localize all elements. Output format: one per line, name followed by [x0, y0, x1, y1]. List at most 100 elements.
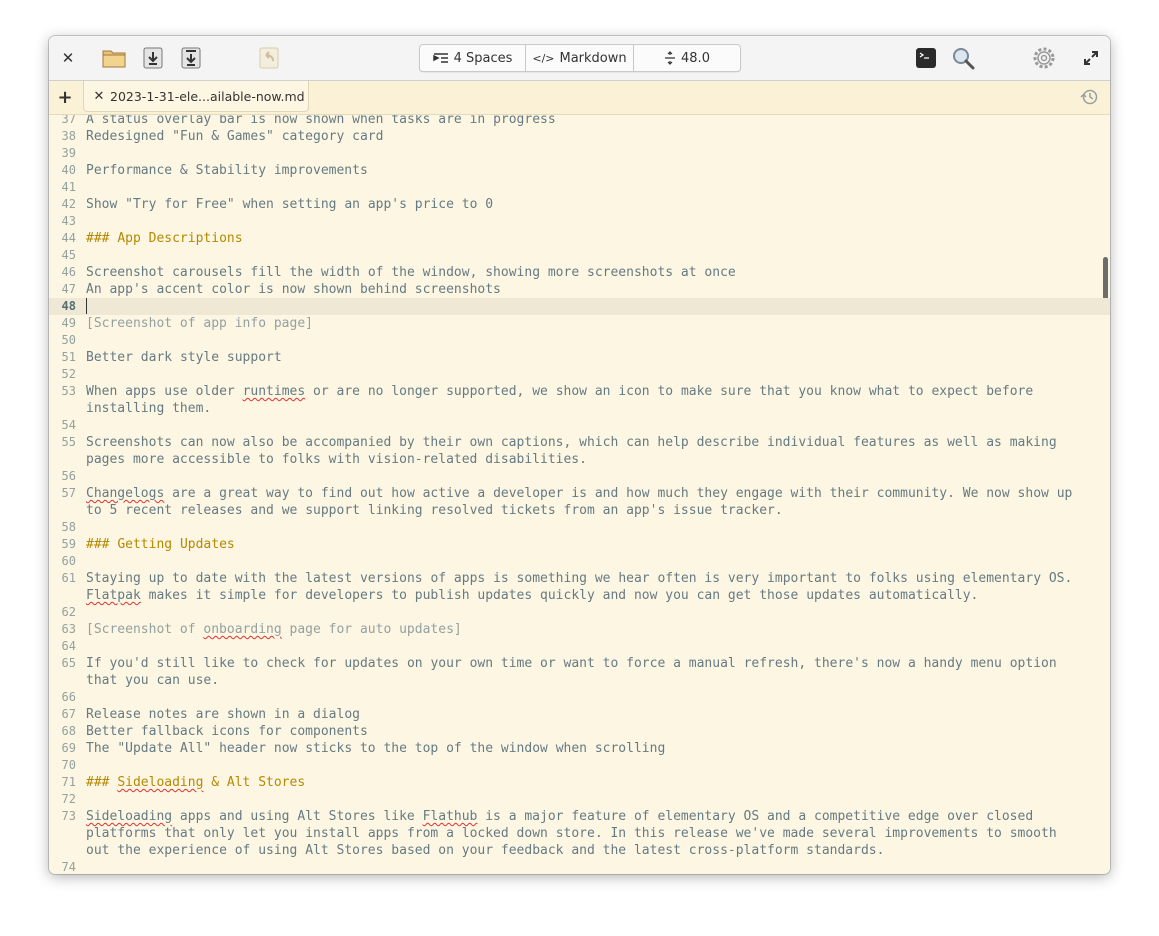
editor-line: 59 ### Getting Updates	[49, 536, 1110, 553]
line-number: 42	[61, 197, 76, 211]
search-icon	[953, 48, 975, 70]
line-text: When apps use older runtimes or are no l…	[86, 384, 1034, 399]
plus-icon: +	[57, 86, 73, 108]
editor-line: 48	[49, 298, 1110, 315]
line-number: 65	[61, 656, 76, 670]
line-number: 48	[61, 299, 76, 313]
editor-line: 70	[49, 757, 1110, 774]
code-icon: </>	[532, 51, 555, 65]
editor-line: 68 Better fallback icons for components	[49, 723, 1110, 740]
line-number: 58	[61, 520, 76, 534]
history-button[interactable]	[1080, 88, 1100, 108]
editor-line: 41	[49, 179, 1110, 196]
revert-button[interactable]	[255, 44, 283, 72]
terminal-button[interactable]	[912, 44, 940, 72]
save-as-button[interactable]	[177, 44, 205, 72]
close-icon: ✕	[61, 49, 75, 67]
editor-line: 64	[49, 638, 1110, 655]
line-text: out the experience of using Alt Stores b…	[86, 843, 885, 858]
tab-close-icon[interactable]: ✕	[88, 89, 110, 104]
editor-line: 69 The "Update All" header now sticks to …	[49, 740, 1110, 757]
editor-line: 62	[49, 604, 1110, 621]
line-text: Staying up to date with the latest versi…	[86, 571, 1073, 586]
editor-line: 57 Changelogs are a great way to find out…	[49, 485, 1110, 502]
gear-icon	[1033, 47, 1055, 69]
editor-line: 49 [Screenshot of app info page]	[49, 315, 1110, 332]
line-number: 64	[61, 639, 76, 653]
editor-line: 40 Performance & Stability improvements	[49, 162, 1110, 179]
line-number: 74	[61, 860, 76, 874]
line-text: Screenshot carousels fill the width of t…	[86, 265, 736, 280]
save-as-icon	[181, 47, 201, 69]
editor-line: 42 Show "Try for Free" when setting an ap…	[49, 196, 1110, 213]
save-icon	[143, 47, 163, 69]
editor-line: 51 Better dark style support	[49, 349, 1110, 366]
tab-document[interactable]: ✕ 2023-1-31-ele...ailable-now.md	[83, 81, 309, 112]
editor-line: 55 Screenshots can now also be accompanie…	[49, 434, 1110, 451]
editor-line: 71 ### Sideloading & Alt Stores	[49, 774, 1110, 791]
editor-line: 66	[49, 689, 1110, 706]
editor-line: 47 An app's accent color is now shown beh…	[49, 281, 1110, 298]
terminal-icon	[916, 48, 936, 68]
editor-line: 63 [Screenshot of onboarding page for aut…	[49, 621, 1110, 638]
editor-line: 67 Release notes are shown in a dialog	[49, 706, 1110, 723]
line-text: that you can use.	[86, 673, 220, 688]
editor-line: 39	[49, 145, 1110, 162]
editor-line: out the experience of using Alt Stores b…	[49, 842, 1110, 859]
editor-line: 43	[49, 213, 1110, 230]
line-text: Redesigned "Fun & Games" category card	[86, 129, 384, 144]
indent-menu-button[interactable]: 4 Spaces	[420, 45, 526, 71]
line-number: 61	[61, 571, 76, 585]
line-text: ### App Descriptions	[86, 231, 243, 246]
editor-line: 60	[49, 553, 1110, 570]
search-button[interactable]	[949, 44, 977, 72]
language-menu-button[interactable]: </> Markdown	[526, 45, 634, 71]
line-number: 47	[61, 282, 76, 296]
line-number: 54	[61, 418, 76, 432]
tab-bar: + ✕ 2023-1-31-ele...ailable-now.md	[49, 81, 1110, 115]
indent-label: 4 Spaces	[453, 50, 513, 66]
line-number: 53	[61, 384, 76, 398]
line-text: The "Update All" header now sticks to th…	[86, 741, 666, 756]
line-number: 45	[61, 248, 76, 262]
line-number: 57	[61, 486, 76, 500]
open-file-button[interactable]	[100, 44, 128, 72]
fullscreen-button[interactable]	[1077, 44, 1105, 72]
line-number: 59	[61, 537, 76, 551]
new-tab-button[interactable]: +	[52, 83, 78, 111]
line-number: 73	[61, 809, 76, 823]
revert-icon	[259, 47, 279, 69]
close-window-button[interactable]: ✕	[54, 44, 82, 72]
editor-line: 54	[49, 417, 1110, 434]
line-text: installing them.	[86, 401, 212, 416]
line-number: 50	[61, 333, 76, 347]
editor-line: platforms that only let you install apps…	[49, 825, 1110, 842]
settings-button[interactable]	[1030, 44, 1058, 72]
fullscreen-icon	[1084, 51, 1098, 65]
line-text: to 5 recent releases and we support link…	[86, 503, 783, 518]
editor-line: 72	[49, 791, 1110, 808]
editor-line: 50	[49, 332, 1110, 349]
text-editor[interactable]: 37 A status overlay bar is now shown when…	[49, 115, 1110, 874]
line-text: pages more accessible to folks with visi…	[86, 452, 587, 467]
line-number: 71	[61, 775, 76, 789]
editor-line: 45	[49, 247, 1110, 264]
line-number: 43	[61, 214, 76, 228]
save-button[interactable]	[139, 44, 167, 72]
line-text: Release notes are shown in a dialog	[86, 707, 360, 722]
editor-line: 37 A status overlay bar is now shown when…	[49, 115, 1110, 128]
line-number: 49	[61, 316, 76, 330]
editor-line: 44 ### App Descriptions	[49, 230, 1110, 247]
font-size-menu-button[interactable]: 48.0	[634, 45, 740, 71]
editor-line: that you can use.	[49, 672, 1110, 689]
line-number: 46	[61, 265, 76, 279]
editor-line: pages more accessible to folks with visi…	[49, 451, 1110, 468]
line-text: Screenshots can now also be accompanied …	[86, 435, 1057, 450]
line-text: Better fallback icons for components	[86, 724, 368, 739]
line-text: [Screenshot of app info page]	[86, 316, 313, 331]
line-text: Changelogs are a great way to find out h…	[86, 486, 1073, 501]
format-controls: 4 Spaces </> Markdown 48.0	[419, 44, 741, 72]
line-number: 55	[61, 435, 76, 449]
line-number: 40	[61, 163, 76, 177]
editor-line: 65 If you'd still like to check for updat…	[49, 655, 1110, 672]
